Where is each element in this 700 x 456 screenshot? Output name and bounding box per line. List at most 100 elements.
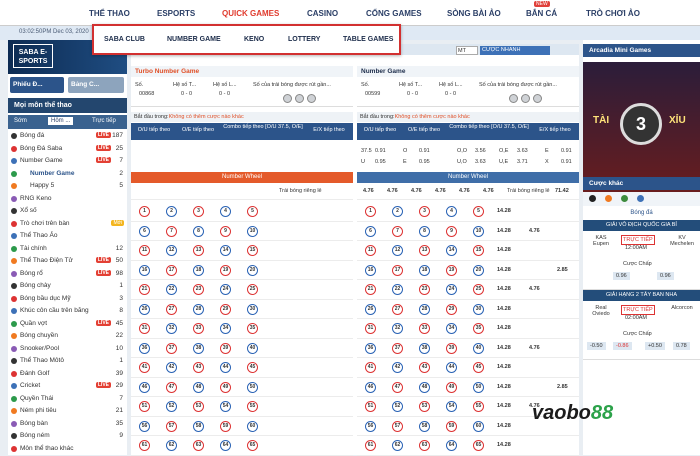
number-ball[interactable]: 14 bbox=[220, 245, 231, 256]
ball-odds[interactable]: 14.28 bbox=[497, 403, 511, 409]
number-ball[interactable]: 30 bbox=[247, 303, 258, 315]
menu-number-game[interactable]: NUMBER GAME bbox=[167, 36, 221, 43]
number-ball[interactable]: 34 bbox=[220, 323, 231, 334]
number-ball[interactable]: 26 bbox=[365, 303, 376, 315]
number-ball[interactable]: 28 bbox=[419, 303, 430, 315]
ball-odds[interactable]: 14.28 bbox=[497, 325, 511, 331]
sport-item[interactable]: Trò chơi trên bàn Mới bbox=[8, 219, 127, 230]
number-ball[interactable]: 49 bbox=[446, 381, 457, 393]
market-type-select[interactable]: MT bbox=[456, 46, 478, 55]
number-ball[interactable]: 64 bbox=[220, 440, 231, 451]
number-ball[interactable]: 26 bbox=[139, 303, 150, 315]
number-ball[interactable]: 32 bbox=[166, 323, 177, 334]
number-ball[interactable]: 29 bbox=[220, 303, 231, 315]
nav-sports[interactable]: THỂ THAO bbox=[89, 9, 130, 18]
sport-item[interactable]: Xổ số bbox=[8, 206, 127, 217]
number-ball[interactable]: 55 bbox=[247, 401, 258, 412]
number-ball[interactable]: 59 bbox=[446, 420, 457, 432]
number-ball[interactable]: 15 bbox=[473, 245, 484, 256]
ball-odds[interactable]: 4.76 bbox=[529, 345, 540, 351]
sport-item[interactable]: Thể Thao Ảo bbox=[8, 231, 127, 242]
sport-item[interactable]: Môn thể thao khác bbox=[8, 444, 127, 455]
odds-away[interactable]: 0.96 bbox=[657, 272, 674, 280]
number-ball[interactable]: 64 bbox=[446, 440, 457, 451]
number-ball[interactable]: 33 bbox=[193, 323, 204, 334]
ball-odds[interactable]: 14.28 bbox=[497, 306, 511, 312]
sport-item[interactable]: Number Game 2 bbox=[8, 169, 127, 180]
sport-item[interactable]: Quyền Thái 7 bbox=[8, 394, 127, 405]
number-ball[interactable]: 1 bbox=[139, 206, 150, 217]
odds-cell[interactable]: 3.56 bbox=[475, 148, 486, 154]
menu-table-games[interactable]: TABLE GAMES bbox=[343, 36, 393, 43]
number-ball[interactable]: 51 bbox=[139, 401, 150, 412]
nav-virtual-casino[interactable]: SÒNG BÀI ẢO bbox=[447, 9, 501, 18]
ball-odds[interactable]: 14.28 bbox=[497, 423, 511, 429]
number-ball[interactable]: 48 bbox=[193, 381, 204, 393]
number-ball[interactable]: 4 bbox=[220, 206, 231, 217]
number-ball[interactable]: 16 bbox=[365, 264, 376, 276]
ball-odds[interactable]: 14.28 bbox=[497, 442, 511, 448]
number-ball[interactable]: 44 bbox=[446, 362, 457, 373]
single-odds[interactable]: 71.42 bbox=[555, 188, 569, 194]
odds-cell[interactable]: 0.95 bbox=[419, 159, 430, 165]
number-ball[interactable]: 55 bbox=[473, 401, 484, 412]
number-ball[interactable]: 38 bbox=[193, 342, 204, 354]
number-ball[interactable]: 13 bbox=[193, 245, 204, 256]
number-ball[interactable]: 41 bbox=[139, 362, 150, 373]
match-card[interactable]: GIẢI VÔ ĐỊCH QUỐC GIA BỈ KAS Eupen TRỰC … bbox=[583, 220, 700, 290]
nav-esports[interactable]: ESPORTS bbox=[157, 9, 195, 18]
number-ball[interactable]: 4 bbox=[446, 206, 457, 217]
number-ball[interactable]: 10 bbox=[473, 225, 484, 237]
number-ball[interactable]: 20 bbox=[473, 264, 484, 276]
number-ball[interactable]: 43 bbox=[419, 362, 430, 373]
volleyball-icon[interactable] bbox=[637, 195, 644, 202]
number-ball[interactable]: 2 bbox=[166, 206, 177, 217]
ball-odds[interactable]: 14.28 bbox=[497, 267, 511, 273]
sport-item[interactable]: RNG Keno bbox=[8, 194, 127, 205]
number-ball[interactable]: 39 bbox=[220, 342, 231, 354]
number-ball[interactable]: 13 bbox=[419, 245, 430, 256]
sport-item[interactable]: Bóng chày 1 bbox=[8, 281, 127, 292]
number-ball[interactable]: 27 bbox=[166, 303, 177, 315]
number-ball[interactable]: 8 bbox=[419, 225, 430, 237]
wheel-odds[interactable]: 4.76 bbox=[411, 188, 422, 194]
number-ball[interactable]: 53 bbox=[193, 401, 204, 412]
menu-saba-club[interactable]: SABA CLUB bbox=[104, 36, 145, 43]
number-ball[interactable]: 41 bbox=[365, 362, 376, 373]
odds-away[interactable]: 0.78 bbox=[673, 342, 690, 350]
tennis-icon[interactable] bbox=[621, 195, 628, 202]
number-ball[interactable]: 61 bbox=[139, 440, 150, 451]
number-ball[interactable]: 61 bbox=[365, 440, 376, 451]
tab-today[interactable]: Hôm ... bbox=[48, 117, 74, 125]
fast-bet-toggle[interactable]: CƯỢC NHANH bbox=[480, 46, 550, 55]
ball-odds[interactable]: 4.76 bbox=[529, 228, 540, 234]
handicap-home[interactable]: -0.50 bbox=[587, 342, 606, 350]
wheel-odds[interactable]: 4.76 bbox=[435, 188, 446, 194]
number-ball[interactable]: 16 bbox=[139, 264, 150, 276]
number-ball[interactable]: 31 bbox=[365, 323, 376, 334]
number-ball[interactable]: 35 bbox=[473, 323, 484, 334]
wheel-odds[interactable]: 4.76 bbox=[387, 188, 398, 194]
number-ball[interactable]: 24 bbox=[220, 284, 231, 295]
number-ball[interactable]: 19 bbox=[446, 264, 457, 276]
ball-odds[interactable]: 4.76 bbox=[529, 286, 540, 292]
number-ball[interactable]: 6 bbox=[365, 225, 376, 237]
wheel-odds[interactable]: 4.76 bbox=[459, 188, 470, 194]
sport-item[interactable]: Tài chính 12 bbox=[8, 244, 127, 255]
number-ball[interactable]: 5 bbox=[247, 206, 258, 217]
tab-live[interactable]: Trực tiếp bbox=[92, 118, 116, 124]
basketball-icon[interactable] bbox=[605, 195, 612, 202]
number-ball[interactable]: 3 bbox=[419, 206, 430, 217]
odds-cell[interactable]: 0.91 bbox=[561, 159, 572, 165]
odds-cell[interactable]: 0.91 bbox=[419, 148, 430, 154]
number-ball[interactable]: 23 bbox=[419, 284, 430, 295]
sport-item[interactable]: Bóng ném 9 bbox=[8, 431, 127, 442]
wheel-odds[interactable]: 4.76 bbox=[363, 188, 374, 194]
ball-odds[interactable]: 2.85 bbox=[557, 267, 568, 273]
number-ball[interactable]: 54 bbox=[446, 401, 457, 412]
sport-item[interactable]: Đánh Golf 39 bbox=[8, 369, 127, 380]
number-ball[interactable]: 20 bbox=[247, 264, 258, 276]
number-ball[interactable]: 2 bbox=[392, 206, 403, 217]
number-ball[interactable]: 18 bbox=[419, 264, 430, 276]
sport-item[interactable]: Khúc côn cầu trên băng 8 bbox=[8, 306, 127, 317]
